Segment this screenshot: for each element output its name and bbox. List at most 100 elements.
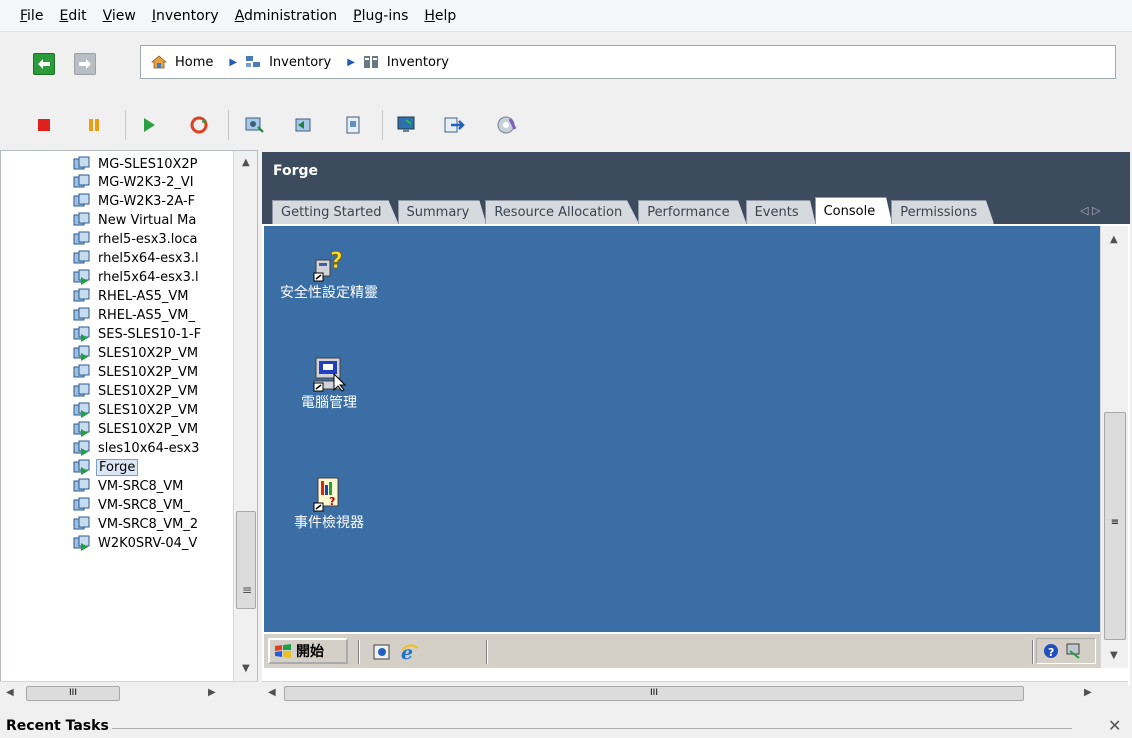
migrate-button[interactable]	[443, 114, 465, 136]
tree-item-vm[interactable]: New Virtual Ma	[73, 211, 198, 229]
tree-hscroll-thumb[interactable]: III	[26, 686, 120, 701]
vm-icon	[73, 250, 90, 264]
snapshot-take-button[interactable]	[243, 114, 265, 136]
tab-console[interactable]: Console	[814, 197, 893, 224]
close-icon[interactable]: ✕	[1108, 716, 1121, 735]
forward-button[interactable]	[74, 53, 96, 75]
vm-running-icon	[73, 326, 90, 342]
system-tray: ?	[1036, 638, 1096, 664]
taskbar-separator	[1032, 640, 1034, 664]
console-button[interactable]	[395, 114, 417, 136]
power-off-button[interactable]	[33, 114, 55, 136]
show-desktop-icon[interactable]	[372, 642, 392, 662]
tree-item-vm[interactable]: VM-SRC8_VM_2	[73, 515, 200, 533]
vm-running-icon	[73, 440, 90, 456]
tree-item-vm[interactable]: MG-SLES10X2P	[73, 155, 200, 173]
scroll-up-icon[interactable]: ▲	[1110, 234, 1118, 245]
scroll-right-icon[interactable]: ▶	[208, 687, 216, 698]
toolbar-separator	[125, 110, 126, 140]
tree-item-vm-running[interactable]: SLES10X2P_VM	[73, 344, 200, 362]
breadcrumb-arrow-icon: ▶	[347, 56, 355, 68]
tree-horizontal-scrollbar[interactable]: ◀ III ▶	[0, 681, 258, 703]
snapshot-manager-button[interactable]	[343, 114, 365, 136]
snapshot-revert-button[interactable]	[293, 114, 315, 136]
console-hscroll-thumb[interactable]: III	[284, 686, 1024, 701]
vm-running-icon	[73, 269, 90, 285]
tree-item-vm[interactable]: VM-SRC8_VM_	[73, 496, 192, 514]
navigation-bar: Home ▶ Inventory ▶ Inventory	[0, 45, 1132, 93]
scroll-left-icon[interactable]: ◀	[6, 687, 14, 698]
reset-button[interactable]	[188, 114, 210, 136]
tree-item-vm-running[interactable]: W2K0SRV-04_V	[73, 534, 199, 552]
menu-inventory[interactable]: Inventory	[152, 8, 219, 24]
breadcrumb-home[interactable]: Home	[151, 55, 213, 70]
scroll-up-icon[interactable]: ▲	[242, 157, 250, 168]
menu-plugins[interactable]: Plug-ins	[353, 8, 408, 24]
power-on-button[interactable]	[138, 114, 160, 136]
svg-text:?: ?	[1048, 646, 1054, 659]
tree-item-vm[interactable]: VM-SRC8_VM	[73, 477, 185, 495]
back-button[interactable]	[33, 53, 55, 75]
menu-administration[interactable]: Administration	[235, 8, 337, 24]
tree-item-vm[interactable]: RHEL-AS5_VM	[73, 287, 190, 305]
tab-resource-allocation[interactable]: Resource Allocation	[485, 200, 640, 224]
breadcrumb-inventory-vms[interactable]: ▶ Inventory	[347, 55, 449, 70]
tab-getting-started[interactable]: Getting Started	[272, 200, 399, 224]
console-horizontal-scrollbar[interactable]: ◀ III ▶	[262, 681, 1128, 703]
tree-item-vm[interactable]: RHEL-AS5_VM_	[73, 306, 197, 324]
tab-summary[interactable]: Summary	[397, 200, 487, 224]
help-icon[interactable]: ?	[1043, 643, 1059, 659]
breadcrumb-arrow-icon: ▶	[229, 56, 238, 68]
scroll-down-icon[interactable]: ▼	[242, 663, 250, 674]
tree-item-vm-running[interactable]: SLES10X2P_VM	[73, 401, 200, 419]
tree-item-vm-running[interactable]: sles10x64-esx3	[73, 439, 201, 457]
tree-item-vm-running[interactable]: SES-SLES10-1-F	[73, 325, 203, 343]
menu-help[interactable]: Help	[424, 8, 456, 24]
tab-performance[interactable]: Performance	[638, 200, 747, 224]
vm-detail-panel: Forge Getting Started Summary Resource A…	[262, 152, 1130, 686]
vm-icon	[73, 174, 90, 188]
vm-tools-button[interactable]	[495, 114, 517, 136]
network-tray-icon[interactable]	[1065, 642, 1083, 660]
desktop-icon-security-wizard[interactable]: ? 安全性設定精靈	[264, 246, 394, 301]
desktop-icon-event-viewer[interactable]: ? 事件檢視器	[264, 476, 394, 531]
tree-item-vm[interactable]: SLES10X2P_VM	[73, 382, 200, 400]
snapshot-take-icon	[245, 117, 264, 133]
internet-explorer-icon[interactable]: e	[400, 642, 420, 662]
inventory-tree[interactable]: MG-SLES10X2P MG-W2K3-2_VI MG-W2K3-2A-F N…	[0, 150, 258, 690]
snapshot-revert-icon	[295, 118, 311, 132]
tree-item-vm[interactable]: MG-W2K3-2A-F	[73, 192, 197, 210]
menu-edit[interactable]: Edit	[59, 8, 86, 24]
console-vertical-scrollbar[interactable]: ▲ ≡ ▼	[1100, 226, 1128, 668]
breadcrumb-label: Home	[175, 54, 214, 70]
tree-item-vm[interactable]: rhel5x64-esx3.l	[73, 249, 201, 267]
breadcrumb-inventory-hosts[interactable]: ▶ Inventory	[229, 55, 331, 70]
vm-icon	[73, 288, 90, 302]
taskbar-separator	[486, 640, 488, 664]
tree-item-forge[interactable]: Forge	[73, 458, 139, 476]
scroll-left-icon[interactable]: ◀	[268, 687, 276, 698]
tree-item-vm[interactable]: SLES10X2P_VM	[73, 363, 200, 381]
vm-toolbar	[0, 102, 1132, 142]
tree-item-vm-running[interactable]: rhel5x64-esx3.l	[73, 268, 201, 286]
vm-console-screen[interactable]: ? 安全性設定精靈 電腦管理 ? 事件檢視器	[264, 226, 1100, 632]
vm-icon	[73, 383, 90, 397]
tab-events[interactable]: Events	[745, 200, 816, 224]
start-button[interactable]: 開始	[268, 638, 348, 664]
menu-file[interactable]: File	[20, 8, 43, 24]
tree-vertical-scrollbar[interactable]: ▲ ≡ ▼	[233, 151, 257, 683]
vm-tools-icon	[497, 116, 517, 134]
scroll-down-icon[interactable]: ▼	[1110, 650, 1118, 661]
tree-item-vm[interactable]: MG-W2K3-2_VI	[73, 173, 196, 191]
menu-bar: File Edit View Inventory Administration …	[0, 0, 1132, 32]
menu-view[interactable]: View	[103, 8, 136, 24]
tree-item-vm-running[interactable]: SLES10X2P_VM	[73, 420, 200, 438]
vm-icon	[73, 231, 90, 245]
tab-scroll-arrows-icon[interactable]: ◁ ▷	[1080, 204, 1100, 217]
desktop-icon-computer-management[interactable]: 電腦管理	[264, 356, 394, 411]
suspend-button[interactable]	[83, 114, 105, 136]
tab-permissions[interactable]: Permissions	[891, 200, 995, 224]
tree-item-vm[interactable]: rhel5-esx3.loca	[73, 230, 199, 248]
scroll-right-icon[interactable]: ▶	[1084, 687, 1092, 698]
console-scroll-thumb[interactable]: ≡	[1104, 412, 1126, 640]
